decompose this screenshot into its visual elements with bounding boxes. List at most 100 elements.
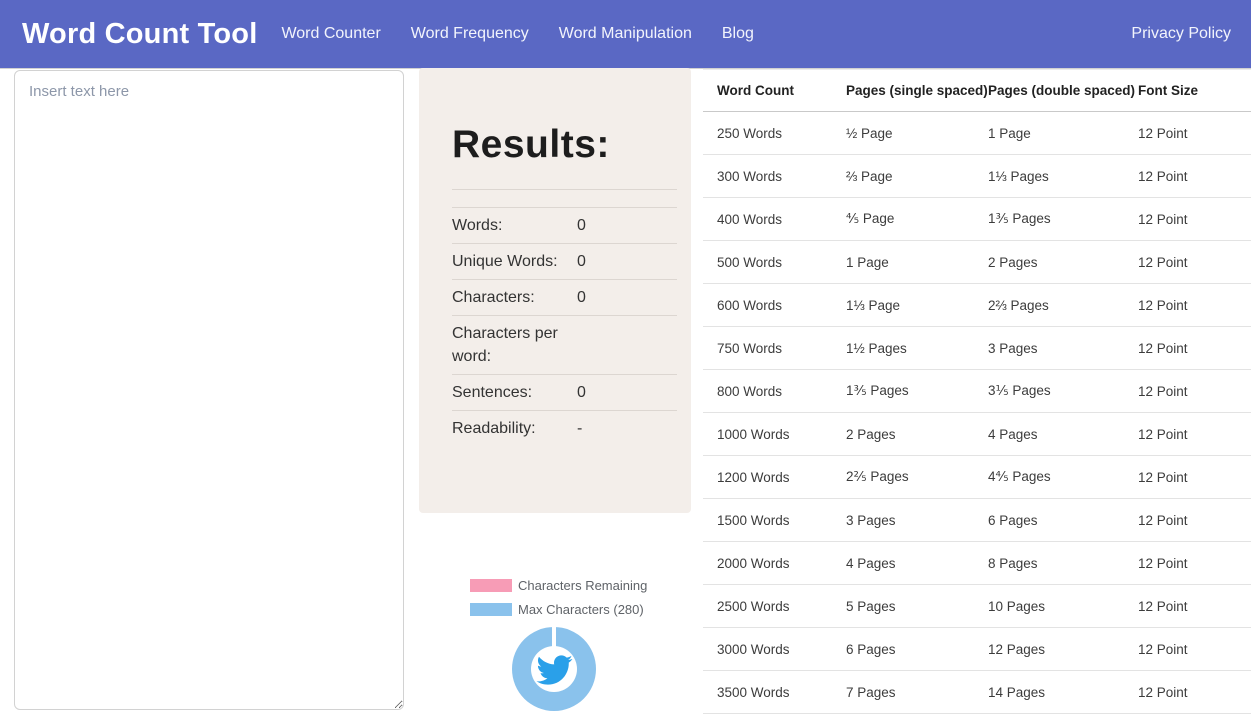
table-cell: 12 Point <box>1138 155 1251 198</box>
nav-link[interactable]: Word Frequency <box>411 25 529 43</box>
text-input-area[interactable] <box>14 70 404 710</box>
table-cell: 1½ Pages <box>846 327 988 370</box>
table-row: 250 Words½ Page1 Page12 Point <box>703 112 1251 155</box>
results-heading: Results: <box>452 123 677 167</box>
legend-item-characters-remaining[interactable]: Characters Remaining <box>470 578 647 593</box>
table-cell: 12 Point <box>1138 370 1251 413</box>
table-cell: ⅔ Page <box>846 155 988 198</box>
result-label: Words: <box>452 214 577 237</box>
table-cell: ⅘ Page <box>846 198 988 241</box>
result-label: Characters per word: <box>452 322 577 368</box>
table-row: 600 Words1⅓ Page2⅔ Pages12 Point <box>703 284 1251 327</box>
result-label: Unique Words: <box>452 250 577 273</box>
table-header-row: Word Count Pages (single spaced) Pages (… <box>703 70 1251 112</box>
table-cell: 300 Words <box>703 155 846 198</box>
pages-table-body: 250 Words½ Page1 Page12 Point300 Words⅔ … <box>703 112 1251 714</box>
table-cell: 600 Words <box>703 284 846 327</box>
table-cell: 3 Pages <box>846 499 988 542</box>
table-cell: 1⅗ Pages <box>988 198 1138 241</box>
table-cell: 12 Point <box>1138 327 1251 370</box>
result-row: Unique Words: 0 <box>452 244 677 280</box>
table-cell: 1000 Words <box>703 413 846 456</box>
table-row: 1200 Words2⅖ Pages4⅘ Pages12 Point <box>703 456 1251 499</box>
nav-link[interactable]: Blog <box>722 25 754 43</box>
table-cell: 12 Point <box>1138 671 1251 714</box>
table-cell: 4⅘ Pages <box>988 456 1138 499</box>
table-cell: 2 Pages <box>846 413 988 456</box>
result-row: Characters: 0 <box>452 280 677 316</box>
table-cell: 3 Pages <box>988 327 1138 370</box>
result-value: - <box>577 420 582 438</box>
table-row: 3500 Words7 Pages14 Pages12 Point <box>703 671 1251 714</box>
twitter-characters-donut[interactable] <box>512 627 596 711</box>
result-label: Characters: <box>452 286 577 309</box>
result-value: 0 <box>577 253 586 271</box>
table-cell: 1 Page <box>988 112 1138 155</box>
table-cell: 2500 Words <box>703 585 846 628</box>
legend-swatch-remaining <box>470 579 512 592</box>
table-row: 800 Words1⅗ Pages3⅕ Pages12 Point <box>703 370 1251 413</box>
col-header-pages-single: Pages (single spaced) <box>846 70 988 112</box>
legend-label: Characters Remaining <box>518 578 647 593</box>
table-cell: 4 Pages <box>846 542 988 585</box>
legend-item-max-characters[interactable]: Max Characters (280) <box>470 602 647 617</box>
table-cell: 2⅖ Pages <box>846 456 988 499</box>
twitter-bird-path <box>536 655 572 684</box>
nav-link[interactable]: Word Counter <box>281 25 380 43</box>
table-row: 2000 Words4 Pages8 Pages12 Point <box>703 542 1251 585</box>
donut-hole <box>531 646 577 692</box>
table-cell: 2⅔ Pages <box>988 284 1138 327</box>
table-cell: 12 Point <box>1138 241 1251 284</box>
table-row: 1500 Words3 Pages6 Pages12 Point <box>703 499 1251 542</box>
table-cell: 8 Pages <box>988 542 1138 585</box>
table-cell: 1⅗ Pages <box>846 370 988 413</box>
table-cell: 12 Point <box>1138 198 1251 241</box>
result-value: 0 <box>577 289 586 307</box>
table-cell: 12 Point <box>1138 112 1251 155</box>
table-cell: 250 Words <box>703 112 846 155</box>
table-cell: 6 Pages <box>846 628 988 671</box>
privacy-policy-link[interactable]: Privacy Policy <box>1131 25 1231 43</box>
table-cell: 12 Point <box>1138 456 1251 499</box>
table-cell: 12 Point <box>1138 628 1251 671</box>
word-count-pages-table: Word Count Pages (single spaced) Pages (… <box>703 69 1251 714</box>
nav-link[interactable]: Word Manipulation <box>559 25 692 43</box>
result-row: Sentences: 0 <box>452 375 677 411</box>
legend-label: Max Characters (280) <box>518 602 644 617</box>
result-row: Words: 0 <box>452 208 677 244</box>
col-header-word-count: Word Count <box>703 70 846 112</box>
table-cell: 4 Pages <box>988 413 1138 456</box>
col-header-font-size: Font Size <box>1138 70 1251 112</box>
table-cell: 400 Words <box>703 198 846 241</box>
table-cell: 1200 Words <box>703 456 846 499</box>
table-cell: 750 Words <box>703 327 846 370</box>
col-header-pages-double: Pages (double spaced) <box>988 70 1138 112</box>
result-row: Readability: - <box>452 411 677 446</box>
result-row: Characters per word: <box>452 316 677 375</box>
table-cell: 1500 Words <box>703 499 846 542</box>
table-cell: 12 Point <box>1138 499 1251 542</box>
table-cell: 12 Point <box>1138 542 1251 585</box>
results-rows: Words: 0 Unique Words: 0 Characters: 0 C… <box>452 208 677 446</box>
table-cell: 12 Point <box>1138 413 1251 456</box>
table-row: 3000 Words6 Pages12 Pages12 Point <box>703 628 1251 671</box>
table-row: 1000 Words2 Pages4 Pages12 Point <box>703 413 1251 456</box>
table-row: 300 Words⅔ Page1⅓ Pages12 Point <box>703 155 1251 198</box>
main-nav: Word Counter Word Frequency Word Manipul… <box>281 25 753 43</box>
table-row: 2500 Words5 Pages10 Pages12 Point <box>703 585 1251 628</box>
table-cell: 1⅓ Pages <box>988 155 1138 198</box>
results-list: Words: 0 Unique Words: 0 Characters: 0 C… <box>452 189 677 446</box>
result-value: 0 <box>577 384 586 402</box>
table-row: 400 Words⅘ Page1⅗ Pages12 Point <box>703 198 1251 241</box>
table-cell: 500 Words <box>703 241 846 284</box>
result-label: Readability: <box>452 417 577 440</box>
twitter-chart-legend: Characters Remaining Max Characters (280… <box>470 578 647 617</box>
app-header: Word Count Tool Word Counter Word Freque… <box>0 0 1251 68</box>
results-spacer-row <box>452 190 677 208</box>
results-panel: Results: Words: 0 Unique Words: 0 Charac… <box>419 68 691 513</box>
site-title[interactable]: Word Count Tool <box>22 18 257 51</box>
table-row: 500 Words1 Page2 Pages12 Point <box>703 241 1251 284</box>
nav-right: Privacy Policy <box>1131 25 1231 43</box>
donut-gap-notch <box>552 627 556 648</box>
table-cell: 800 Words <box>703 370 846 413</box>
